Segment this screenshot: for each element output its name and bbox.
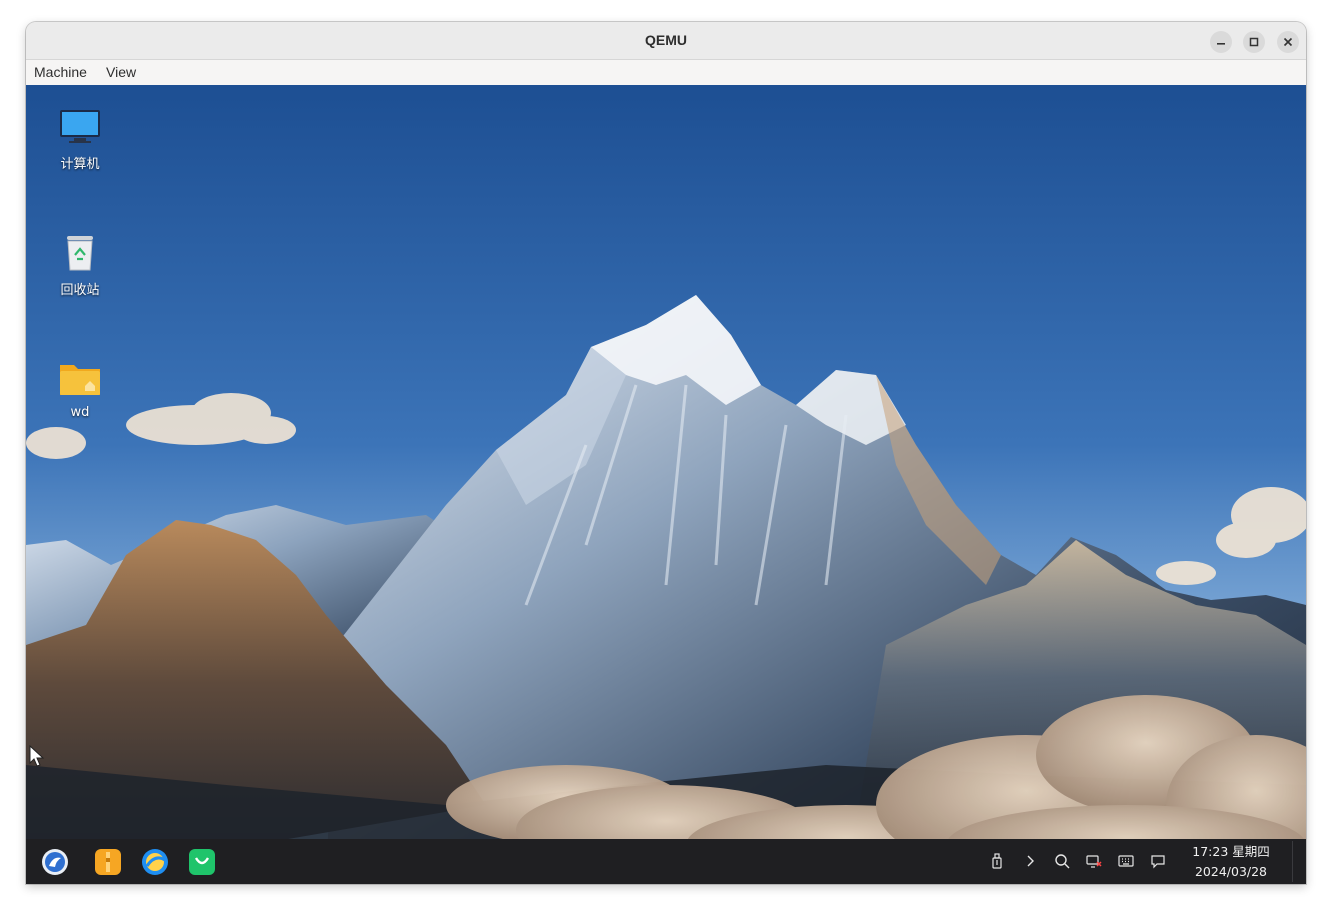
app-store-icon[interactable] <box>188 848 216 876</box>
search-icon[interactable] <box>1054 853 1070 869</box>
desktop-icon-label: wd <box>70 405 90 420</box>
menu-machine[interactable]: Machine <box>34 64 87 80</box>
window-title: QEMU <box>645 32 687 48</box>
home-folder-icon <box>60 365 100 395</box>
guest-screen[interactable]: 计算机 回收站 wd 17:23 星期四 2024/03/28 <box>26 85 1306 884</box>
desktop-icon-home-folder[interactable]: wd <box>48 359 112 420</box>
taskbar-clock[interactable]: 17:23 星期四 2024/03/28 <box>1186 842 1276 882</box>
trash-icon <box>67 236 93 271</box>
title-bar[interactable]: QEMU <box>26 22 1306 60</box>
network-disconnected-icon[interactable] <box>1086 853 1102 869</box>
computer-icon <box>60 110 100 143</box>
notification-icon[interactable] <box>1150 853 1166 869</box>
clock-time-weekday: 17:23 星期四 <box>1192 844 1270 859</box>
start-menu-icon[interactable] <box>41 848 69 876</box>
menu-view[interactable]: View <box>106 64 136 80</box>
desktop-icon-label: 回收站 <box>60 283 100 298</box>
desktop-icon-trash[interactable]: 回收站 <box>48 233 112 298</box>
keyboard-icon[interactable] <box>1118 853 1134 869</box>
desktop-icon-label: 计算机 <box>60 157 100 172</box>
mouse-cursor-icon <box>29 745 45 767</box>
close-icon <box>1283 37 1293 47</box>
close-button[interactable] <box>1277 31 1299 53</box>
browser-icon[interactable] <box>141 848 169 876</box>
expand-tray-icon[interactable] <box>1022 853 1038 869</box>
maximize-button[interactable] <box>1243 31 1265 53</box>
mountain-wallpaper <box>26 85 1306 884</box>
file-manager-icon[interactable] <box>94 848 122 876</box>
desktop-icon-computer[interactable]: 计算机 <box>48 107 112 172</box>
maximize-icon <box>1249 37 1259 47</box>
minimize-button[interactable] <box>1210 31 1232 53</box>
minimize-icon <box>1217 43 1225 45</box>
taskbar: 17:23 星期四 2024/03/28 <box>26 839 1306 884</box>
show-desktop-divider <box>1292 841 1293 882</box>
qemu-window: QEMU Machine View 计算机 回收站 wd 17:23 星期四 2… <box>26 22 1306 884</box>
menu-bar: Machine View <box>26 60 1306 86</box>
clock-date: 2024/03/28 <box>1194 864 1268 879</box>
usb-icon[interactable] <box>989 853 1005 869</box>
